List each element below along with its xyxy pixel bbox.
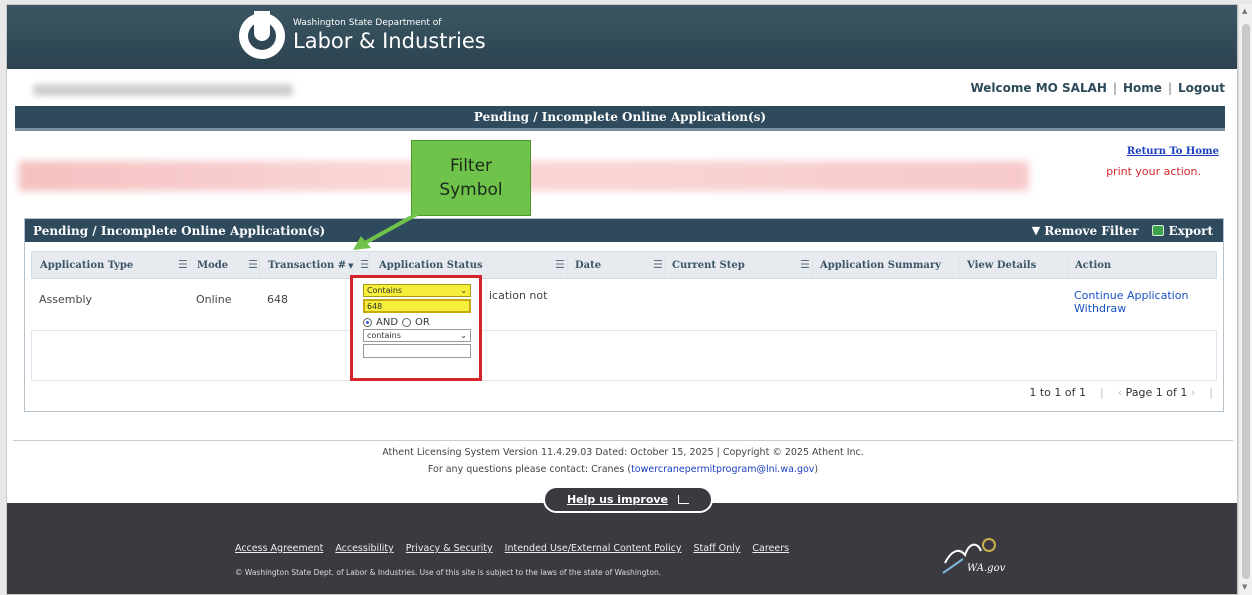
redacted-breadcrumb: [33, 84, 293, 96]
wagov-text: WA.gov: [967, 563, 1006, 574]
col-action[interactable]: Action: [1075, 252, 1111, 278]
column-menu-icon[interactable]: ☰: [555, 258, 565, 271]
filter-value-1[interactable]: 648: [363, 299, 471, 313]
export-icon: [1152, 225, 1165, 236]
col-date[interactable]: Date: [575, 252, 601, 278]
next-page-icon[interactable]: ›: [1191, 386, 1195, 399]
filter-value-2[interactable]: [363, 344, 471, 358]
column-filter-popup: Contains ⌄ 648 AND OR contains ⌄: [350, 275, 482, 381]
filter-logic: AND OR: [363, 315, 471, 329]
footer-links: Access Agreement Accessibility Privacy &…: [235, 543, 789, 554]
alert-message: print your action.: [1106, 165, 1201, 178]
agency-subtitle: Washington State Department of: [293, 18, 442, 28]
page: Washington State Department of Labor & I…: [6, 4, 1238, 595]
filter-operator-2[interactable]: contains ⌄: [363, 329, 471, 342]
col-application-summary[interactable]: Application Summary: [820, 252, 941, 278]
footer-link-careers[interactable]: Careers: [752, 543, 789, 554]
cell-application-status: ication not: [489, 289, 548, 302]
home-link[interactable]: Home: [1123, 81, 1162, 95]
and-label: AND: [376, 316, 399, 328]
prev-page-icon[interactable]: ‹: [1118, 386, 1122, 399]
pager-first-icon[interactable]: |: [1100, 386, 1104, 399]
sort-arrow-icon: ▼: [348, 260, 354, 270]
footer-link-access-agreement[interactable]: Access Agreement: [235, 543, 323, 554]
table-row: Assembly Online 648 ication not Continue…: [31, 279, 1217, 331]
col-mode[interactable]: Mode: [197, 252, 228, 278]
footer-link-staff-only[interactable]: Staff Only: [694, 543, 741, 554]
export-button[interactable]: Export: [1152, 224, 1213, 238]
footer-link-accessibility[interactable]: Accessibility: [335, 543, 393, 554]
remove-filter-label: Remove Filter: [1044, 223, 1139, 238]
cell-mode: Online: [196, 293, 232, 306]
cell-action: Continue Application Withdraw: [1074, 279, 1188, 331]
or-radio[interactable]: [402, 317, 412, 327]
contact-email-link[interactable]: towercranepermitprogram@lni.wa.gov: [631, 464, 814, 475]
agency-name: Labor & Industries: [293, 29, 486, 53]
column-menu-icon[interactable]: ☰: [800, 258, 810, 271]
column-menu-icon[interactable]: ☰: [248, 258, 258, 271]
footer-link-privacy[interactable]: Privacy & Security: [406, 543, 493, 554]
column-headers: Application Type ☰ Mode ☰ Transaction # ▼…: [31, 251, 1217, 279]
contact-text: For any questions please contact: Cranes…: [427, 464, 819, 475]
vertical-scrollbar[interactable]: ▲ ▼: [1238, 4, 1252, 595]
footer-divider: [13, 440, 1233, 441]
applications-grid: Pending / Incomplete Online Application(…: [24, 218, 1224, 412]
user-bar: Welcome MO SALAH | Home | Logout: [970, 81, 1225, 95]
footer-link-intended-use[interactable]: Intended Use/External Content Policy: [505, 543, 682, 554]
grid-header: Pending / Incomplete Online Application(…: [25, 219, 1223, 242]
col-application-type[interactable]: Application Type: [40, 252, 133, 278]
return-home-link[interactable]: Return To Home: [1127, 146, 1219, 157]
and-radio[interactable]: [363, 317, 372, 327]
scrollbar-thumb[interactable]: [1242, 24, 1250, 579]
pager-range: 1 to 1 of 1: [1029, 386, 1087, 399]
help-us-improve-button[interactable]: Help us improve: [543, 486, 713, 513]
col-view-details[interactable]: View Details: [967, 252, 1036, 278]
col-current-step[interactable]: Current Step: [672, 252, 745, 278]
or-label: OR: [415, 316, 430, 328]
column-menu-icon[interactable]: ☰: [178, 258, 188, 271]
welcome-text: Welcome MO SALAH: [970, 81, 1107, 95]
lni-logo[interactable]: Washington State Department of Labor & I…: [239, 11, 486, 59]
callout-line-2: Symbol: [439, 180, 503, 200]
filter-operator-1[interactable]: Contains ⌄: [363, 284, 471, 297]
scroll-up-icon[interactable]: ▲: [1242, 8, 1247, 15]
chevron-down-icon: ⌄: [460, 286, 467, 295]
cell-transaction: 648: [267, 293, 288, 306]
logout-link[interactable]: Logout: [1178, 81, 1225, 95]
continue-application-link[interactable]: Continue Application: [1074, 289, 1188, 302]
remove-filter-button[interactable]: ▼ Remove Filter: [1032, 224, 1139, 238]
scroll-down-icon[interactable]: ▼: [1242, 584, 1247, 591]
pager: 1 to 1 of 1 | ‹ Page 1 of 1 › |: [1029, 386, 1213, 399]
withdraw-link[interactable]: Withdraw: [1074, 302, 1188, 315]
col-transaction[interactable]: Transaction # ▼: [268, 252, 354, 278]
site-header: Washington State Department of Labor & I…: [7, 5, 1237, 69]
version-text: Athent Licensing System Version 11.4.29.…: [382, 447, 864, 458]
page-title: Pending / Incomplete Online Application(…: [15, 106, 1225, 128]
pager-page: ‹ Page 1 of 1 ›: [1117, 386, 1196, 399]
chevron-down-icon: ⌄: [460, 331, 467, 340]
grid-title: Pending / Incomplete Online Application(…: [33, 223, 326, 238]
column-menu-icon[interactable]: ☰: [653, 258, 663, 271]
improve-label: Help us improve: [566, 493, 669, 506]
cell-application-type: Assembly: [39, 293, 93, 306]
footer-copyright: © Washington State Dept. of Labor & Indu…: [235, 568, 662, 577]
empty-row: [31, 331, 1217, 381]
lni-logo-icon: [239, 11, 285, 59]
funnel-icon: ▼: [1031, 224, 1041, 237]
pager-last-icon[interactable]: |: [1209, 386, 1213, 399]
title-divider: [15, 128, 1225, 131]
wagov-logo[interactable]: WA.gov: [937, 533, 1009, 583]
callout-line-1: Filter: [449, 156, 493, 176]
external-link-icon: [678, 495, 690, 504]
export-label: Export: [1168, 223, 1213, 238]
filter-symbol-callout: Filter Symbol: [411, 140, 531, 216]
